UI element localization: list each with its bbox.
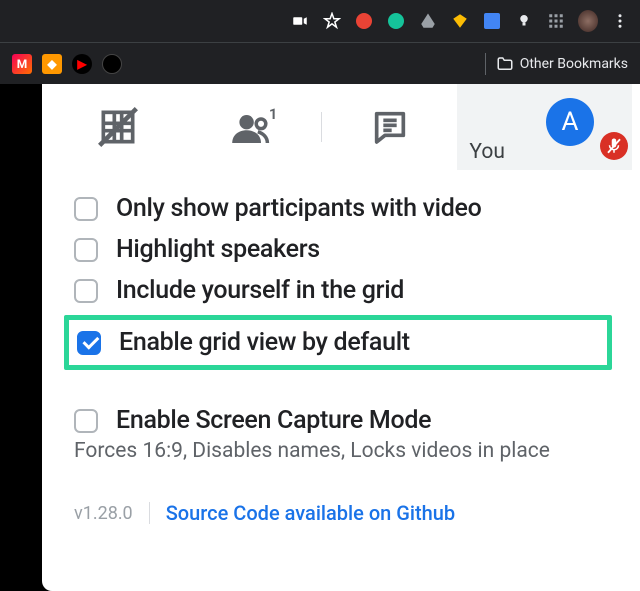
panel-footer: v1.28.0 Source Code available on Github — [42, 473, 640, 525]
chat-tab[interactable] — [322, 84, 457, 170]
bookmark-dark-icon[interactable] — [102, 54, 122, 74]
bookmarks-bar: M ◆ ▶ Other Bookmarks — [0, 42, 640, 84]
people-tab[interactable]: 1 — [185, 84, 320, 170]
bookmark-orange-icon[interactable]: ◆ — [42, 54, 62, 74]
checkbox-only-video[interactable] — [74, 197, 98, 221]
option-only-video[interactable]: Only show participants with video — [74, 188, 608, 229]
ext-blue-icon[interactable] — [482, 11, 502, 31]
ext-grid-icon[interactable] — [546, 11, 566, 31]
screen-capture-subtext: Forces 16:9, Disables names, Locks video… — [74, 439, 608, 463]
ext-drive-icon[interactable] — [418, 11, 438, 31]
source-link[interactable]: Source Code available on Github — [166, 501, 455, 525]
checkbox-highlight-speakers[interactable] — [74, 238, 98, 262]
checkbox-include-yourself[interactable] — [74, 279, 98, 303]
other-bookmarks-button[interactable]: Other Bookmarks — [496, 55, 628, 73]
settings-panel: 1 You A Only show participant — [42, 84, 640, 591]
svg-text:1: 1 — [269, 106, 277, 123]
you-label: You — [469, 140, 505, 164]
chat-icon — [370, 107, 410, 147]
star-icon[interactable] — [322, 11, 342, 31]
browser-toolbar — [0, 0, 640, 42]
browser-chrome: M ◆ ▶ Other Bookmarks — [0, 0, 640, 84]
option-screen-capture[interactable]: Enable Screen Capture Mode — [74, 400, 608, 441]
options-list: Only show participants with video Highli… — [42, 170, 640, 473]
profile-avatar-icon[interactable] — [578, 11, 598, 31]
version-text: v1.28.0 — [74, 503, 133, 524]
option-label: Include yourself in the grid — [116, 276, 404, 305]
you-tab[interactable]: You A — [457, 84, 632, 170]
panel-tabs: 1 You A — [42, 84, 640, 170]
checkbox-screen-capture[interactable] — [74, 409, 98, 433]
option-label: Highlight speakers — [116, 235, 320, 264]
bookmark-youtube-icon[interactable]: ▶ — [72, 54, 92, 74]
folder-icon — [496, 55, 514, 73]
bookmark-m-icon[interactable]: M — [12, 54, 32, 74]
other-bookmarks-label: Other Bookmarks — [520, 56, 628, 72]
meet-content: 1 You A Only show participant — [0, 84, 640, 591]
ext-bulb-icon[interactable] — [514, 11, 534, 31]
option-label: Enable grid view by default — [119, 328, 410, 357]
camera-icon[interactable] — [290, 11, 310, 31]
option-label: Enable Screen Capture Mode — [116, 406, 431, 435]
people-icon: 1 — [229, 105, 277, 149]
avatar: A — [546, 98, 594, 146]
chrome-menu-icon[interactable] — [610, 11, 630, 31]
ext-red-dot-icon[interactable] — [354, 11, 374, 31]
ext-grammarly-icon[interactable] — [386, 11, 406, 31]
grid-tab[interactable] — [50, 84, 185, 170]
option-highlight-speakers[interactable]: Highlight speakers — [74, 229, 608, 270]
highlighted-option: Enable grid view by default — [64, 315, 612, 370]
option-include-yourself[interactable]: Include yourself in the grid — [74, 270, 608, 311]
checkbox-enable-grid-default[interactable] — [77, 331, 101, 355]
ext-superman-icon[interactable] — [450, 11, 470, 31]
option-label: Only show participants with video — [116, 194, 482, 223]
mic-muted-icon[interactable] — [600, 132, 628, 160]
grid-off-icon — [96, 105, 140, 149]
